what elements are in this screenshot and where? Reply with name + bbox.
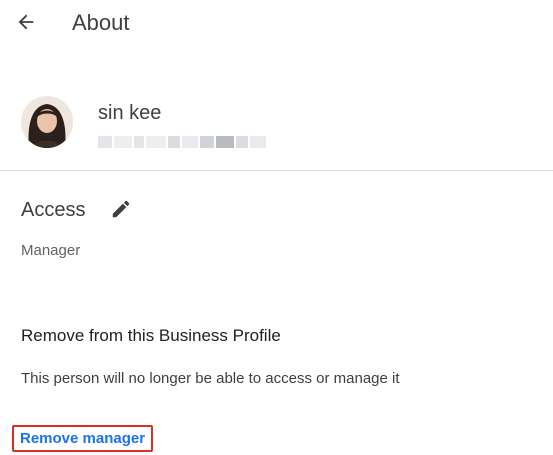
user-name: sin kee bbox=[98, 102, 162, 124]
access-label: Access bbox=[21, 199, 86, 221]
divider bbox=[0, 170, 553, 171]
avatar bbox=[21, 96, 73, 148]
access-role: Manager bbox=[21, 242, 81, 259]
user-email-redacted bbox=[98, 136, 308, 148]
back-button[interactable] bbox=[12, 8, 40, 36]
header: About bbox=[0, 0, 553, 44]
remove-section-title: Remove from this Business Profile bbox=[21, 326, 281, 345]
remove-section-description: This person will no longer be able to ac… bbox=[21, 370, 400, 387]
remove-manager-link[interactable]: Remove manager bbox=[12, 425, 154, 452]
user-photo bbox=[21, 96, 73, 148]
edit-access-button[interactable] bbox=[108, 196, 134, 222]
arrow-back-icon bbox=[18, 14, 34, 30]
pencil-icon bbox=[112, 200, 130, 218]
page-title: About bbox=[72, 10, 130, 35]
